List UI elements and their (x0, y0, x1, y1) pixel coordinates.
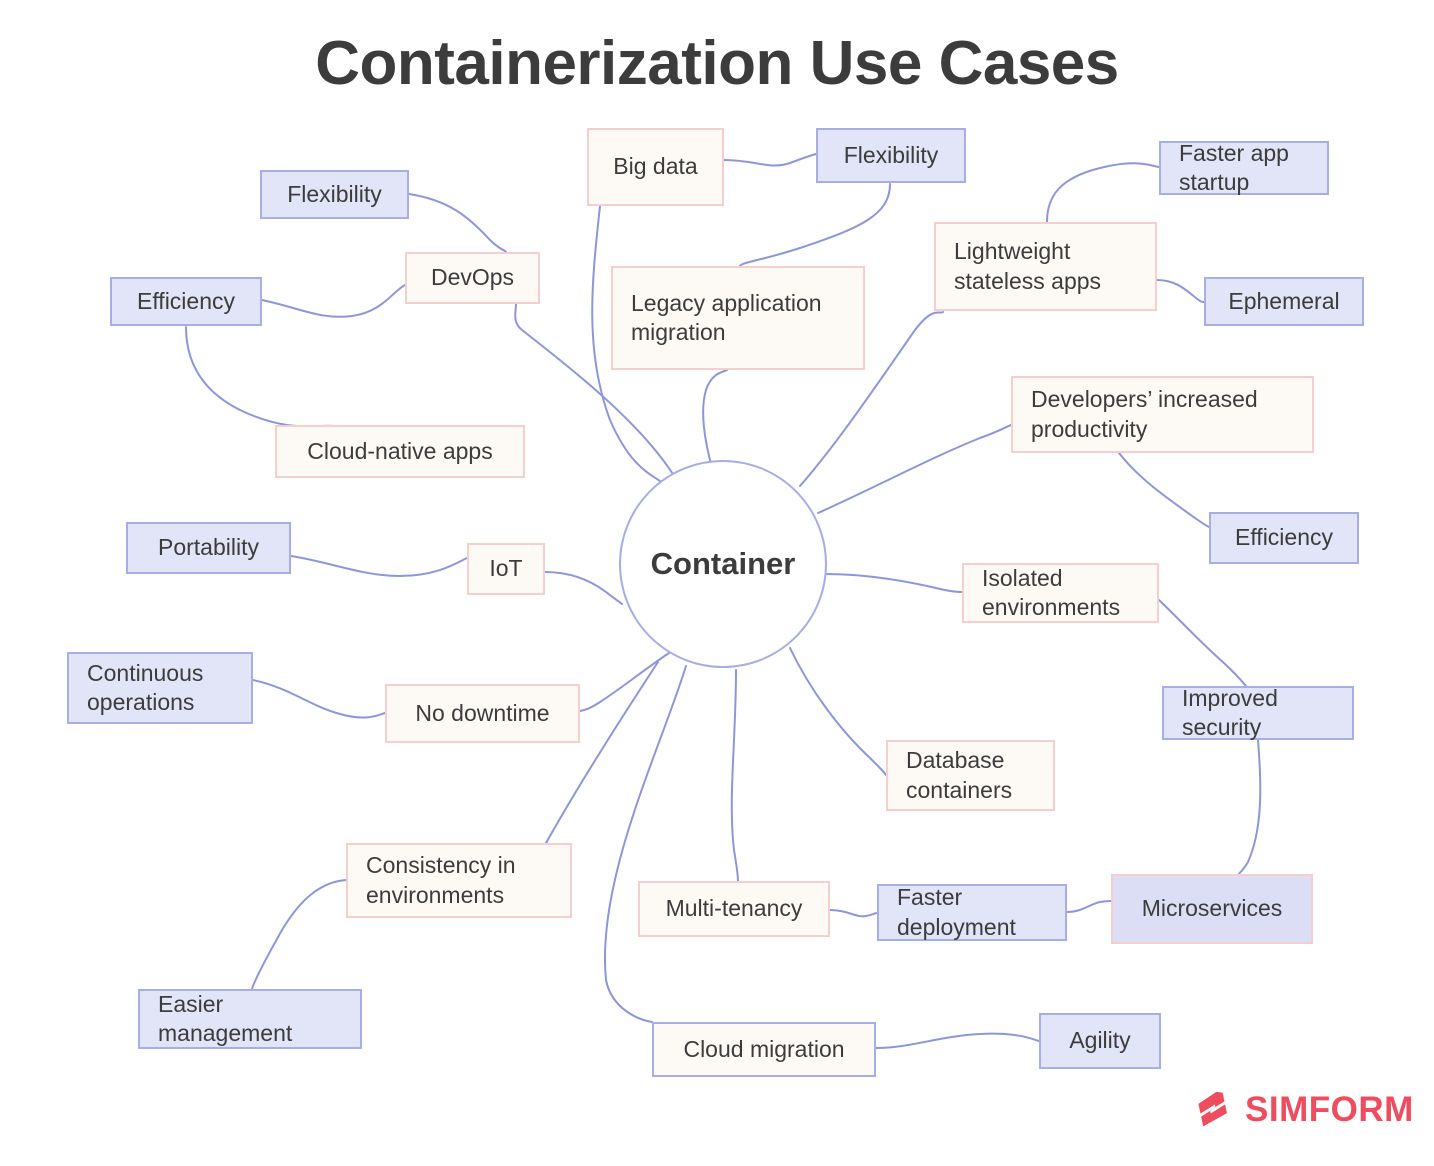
node-label-iot: IoT (489, 555, 523, 582)
connector-portability-to-iot (290, 555, 468, 578)
node-continuous-ops[interactable]: Continuous operations (67, 652, 253, 724)
node-portability[interactable]: Portability (126, 522, 291, 574)
node-label-consistency-env: Consistency in environments (366, 852, 516, 908)
node-efficiency-right[interactable]: Efficiency (1209, 512, 1359, 564)
connector-container-to-developers-prod (817, 424, 1012, 514)
node-label-no-downtime: No downtime (415, 699, 550, 726)
simform-logo-mark (1198, 1091, 1227, 1127)
node-faster-deployment[interactable]: Faster deployment (877, 884, 1067, 941)
node-label-devops: DevOps (430, 264, 515, 291)
node-label-cloud-migration: Cloud migration (683, 1035, 845, 1062)
node-label-agility: Agility (1069, 1027, 1131, 1054)
center-node-label: Container (650, 546, 796, 581)
node-efficiency-left[interactable]: Efficiency (110, 277, 262, 326)
node-big-data[interactable]: Big data (587, 128, 724, 206)
node-devops[interactable]: DevOps (405, 252, 540, 304)
node-developers-prod[interactable]: Developers’ increased productivity (1011, 376, 1314, 453)
connector-isolated-env-to-improved-security (1158, 599, 1247, 687)
node-lightweight[interactable]: Lightweight stateless apps (934, 222, 1157, 311)
node-database-containers[interactable]: Database containers (886, 740, 1055, 811)
node-label-efficiency-right: Efficiency (1234, 524, 1333, 551)
node-label-flexibility-left: Flexibility (287, 180, 382, 207)
center-node-container[interactable]: Container (619, 460, 827, 668)
connector-flexibility-top-to-legacy-migration (739, 183, 891, 267)
node-flexibility-left[interactable]: Flexibility (260, 170, 409, 219)
connector-big-data-to-flexibility-top (723, 153, 817, 167)
connector-lightweight-to-ephemeral (1156, 279, 1205, 303)
node-flexibility-top[interactable]: Flexibility (816, 128, 966, 183)
node-agility[interactable]: Agility (1039, 1013, 1161, 1069)
connector-continuous-ops-to-no-downtime (252, 679, 386, 719)
diagram-canvas: Containerization Use Cases Flexibility Bi… (0, 0, 1434, 1166)
node-multi-tenancy[interactable]: Multi-tenancy (638, 881, 830, 937)
connector-container-to-no-downtime (579, 650, 673, 712)
node-microservices[interactable]: Microservices (1111, 874, 1313, 944)
node-isolated-env[interactable]: Isolated environments (962, 563, 1159, 623)
connector-container-to-isolated-env (825, 573, 963, 593)
connector-developers-prod-to-efficiency-right (1118, 452, 1210, 528)
connector-flexibility-left-to-devops (408, 193, 507, 253)
node-label-easier-management: Easier management (158, 990, 293, 1046)
connector-cloud-migration-to-agility (875, 1032, 1040, 1049)
node-label-legacy-migration: Legacy application migration (631, 289, 822, 345)
node-label-flexibility-top: Flexibility (843, 141, 939, 168)
node-iot[interactable]: IoT (467, 543, 545, 595)
node-cloud-native-apps[interactable]: Cloud-native apps (275, 425, 525, 478)
node-label-lightweight: Lightweight stateless apps (954, 238, 1102, 294)
node-label-multi-tenancy: Multi-tenancy (665, 895, 803, 922)
connector-container-to-multi-tenancy (730, 669, 739, 882)
node-easier-management[interactable]: Easier management (138, 989, 362, 1049)
connector-iot-to-container (544, 571, 623, 605)
connector-container-to-legacy-migration (702, 369, 728, 472)
node-label-improved-security: Improved security (1182, 684, 1278, 740)
node-consistency-env[interactable]: Consistency in environments (346, 843, 572, 918)
connector-efficiency-left-to-cloud-native-apps (185, 326, 335, 428)
node-label-microservices: Microservices (1141, 895, 1283, 922)
connector-consistency-env-to-easier-management (251, 879, 347, 990)
connector-container-to-database-containers (789, 647, 887, 776)
node-label-big-data: Big data (613, 153, 698, 180)
node-no-downtime[interactable]: No downtime (385, 684, 580, 743)
connector-lightweight-to-faster-app-startup (1046, 162, 1160, 223)
node-label-faster-app-startup: Faster app startup (1179, 139, 1289, 195)
node-label-continuous-ops: Continuous operations (87, 659, 204, 715)
node-label-efficiency-left: Efficiency (136, 287, 235, 314)
connector-improved-security-to-microservices (1238, 739, 1262, 875)
simform-logo: SIMFORM (1190, 1087, 1414, 1133)
simform-logo-text: SIMFORM (1245, 1090, 1414, 1129)
node-label-cloud-native-apps: Cloud-native apps (307, 437, 493, 464)
node-label-developers-prod: Developers’ increased productivity (1031, 386, 1258, 442)
page-title: Containerization Use Cases (315, 29, 1119, 98)
node-cloud-migration[interactable]: Cloud migration (652, 1022, 876, 1077)
node-label-ephemeral: Ephemeral (1228, 287, 1340, 314)
node-label-database-containers: Database containers (906, 747, 1013, 803)
connector-faster-deployment-to-microservices (1066, 900, 1112, 913)
node-legacy-migration[interactable]: Legacy application migration (611, 266, 865, 370)
node-faster-app-startup[interactable]: Faster app startup (1159, 139, 1329, 195)
connector-efficiency-left-to-devops (261, 284, 406, 318)
node-ephemeral[interactable]: Ephemeral (1204, 277, 1364, 326)
connector-multi-tenancy-to-faster-deployment (829, 909, 878, 918)
node-improved-security[interactable]: Improved security (1162, 684, 1354, 740)
node-label-isolated-env: Isolated environments (982, 564, 1121, 620)
node-label-portability: Portability (158, 534, 259, 561)
connector-container-to-cloud-migration (604, 665, 687, 1023)
node-label-faster-deployment: Faster deployment (897, 884, 1016, 940)
